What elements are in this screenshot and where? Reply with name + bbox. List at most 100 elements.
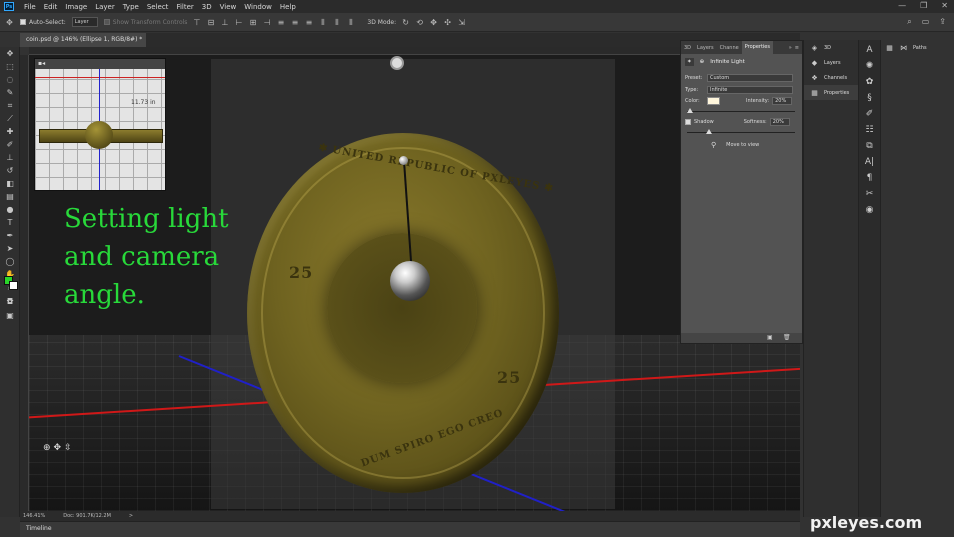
type-tool-icon[interactable]: T [0, 216, 20, 229]
menu-type[interactable]: Type [119, 3, 143, 11]
gradient-tool-icon[interactable]: ▤ [0, 190, 20, 203]
zoom-level[interactable]: 146.41% [23, 513, 45, 519]
pan-camera-icon[interactable]: ✥ [54, 443, 62, 453]
pen-tool-icon[interactable]: ✒ [0, 229, 20, 242]
tab-properties[interactable]: Properties [741, 41, 773, 54]
intensity-input[interactable]: 20% [772, 97, 793, 105]
move-tool-icon[interactable]: ✥ [0, 47, 20, 60]
distribute-left-icon[interactable]: ⫴ [318, 18, 327, 27]
menu-view[interactable]: View [216, 3, 241, 11]
slide-3d-icon[interactable]: ✣ [443, 18, 452, 27]
character-icon[interactable]: A [863, 46, 877, 56]
delete-icon[interactable]: 🗑 [783, 334, 791, 341]
maximize-button[interactable]: ❐ [920, 1, 927, 10]
history-brush-icon[interactable]: ↺ [0, 164, 20, 177]
align-bottom-icon[interactable]: ⊥ [220, 18, 229, 27]
menu-image[interactable]: Image [61, 3, 91, 11]
dock-layers[interactable]: ◆ Layers [804, 55, 858, 70]
glyphs-icon[interactable]: A| [863, 158, 877, 168]
show-transform-checkbox[interactable] [103, 19, 110, 25]
light-color-swatch[interactable] [707, 97, 720, 105]
auto-select-option[interactable]: Auto-Select: [20, 19, 66, 26]
menu-filter[interactable]: Filter [172, 3, 197, 11]
healing-tool-icon[interactable]: ✚ [0, 125, 20, 138]
minimize-button[interactable]: — [898, 1, 906, 10]
menu-file[interactable]: File [20, 3, 40, 11]
eraser-tool-icon[interactable]: ◧ [0, 177, 20, 190]
dodge-tool-icon[interactable]: ● [0, 203, 20, 216]
orbit-camera-icon[interactable]: ⊕ [43, 443, 51, 453]
distribute-right-icon[interactable]: ⫴ [346, 18, 355, 27]
softness-slider-thumb[interactable] [705, 129, 712, 134]
light-handle-knob[interactable] [399, 156, 408, 165]
brushes-icon[interactable]: ✐ [863, 110, 877, 120]
path-select-tool-icon[interactable]: ➤ [0, 242, 20, 255]
marquee-tool-icon[interactable]: ⬚ [0, 60, 20, 73]
quick-select-tool-icon[interactable]: ✎ [0, 86, 20, 99]
intensity-slider-thumb[interactable] [687, 108, 694, 113]
distribute-bottom-icon[interactable]: ≡ [304, 18, 313, 27]
move-to-view-row[interactable]: ⚲ Move to view [711, 141, 759, 149]
auto-select-checkbox[interactable] [20, 19, 26, 25]
vertical-ruler[interactable] [20, 55, 29, 511]
adjustments-icon[interactable]: ✺ [863, 62, 877, 72]
menu-layer[interactable]: Layer [91, 3, 119, 11]
workspace-icon[interactable]: ▭ [922, 17, 930, 27]
close-button[interactable]: ✕ [941, 1, 948, 10]
camera-view-icon[interactable]: ▪◂ [38, 60, 45, 67]
orbit-3d-icon[interactable]: ↻ [401, 18, 410, 27]
coordinates-icon[interactable]: ⊕ [700, 59, 705, 65]
shape-tool-icon[interactable]: ◯ [0, 255, 20, 268]
new-light-icon[interactable]: ▣ [767, 334, 773, 341]
softness-input[interactable]: 20% [769, 118, 790, 126]
dock-properties[interactable]: ▦ Properties [804, 85, 858, 100]
menu-help[interactable]: Help [276, 3, 300, 11]
dock-channels[interactable]: ❖ Channels [804, 70, 858, 85]
3d-view-widget[interactable] [390, 56, 404, 70]
paragraph-icon[interactable]: ¶ [863, 174, 877, 184]
tab-3d[interactable]: 3D [681, 45, 694, 51]
pan-3d-icon[interactable]: ✥ [429, 18, 438, 27]
shadow-checkbox[interactable] [685, 119, 691, 125]
intensity-slider[interactable] [687, 108, 795, 113]
menu-edit[interactable]: Edit [40, 3, 62, 11]
menu-window[interactable]: Window [240, 3, 276, 11]
tab-layers[interactable]: Layers [694, 45, 717, 51]
stamp-tool-icon[interactable]: ⊥ [0, 151, 20, 164]
infinite-light-widget[interactable] [390, 261, 430, 301]
move-tool-icon[interactable]: ✥ [5, 18, 14, 27]
search-icon[interactable]: ⌕ [907, 17, 911, 27]
menu-3d[interactable]: 3D [198, 3, 216, 11]
align-right-icon[interactable]: ⊣ [262, 18, 271, 27]
light-type-icon[interactable]: ✶ [685, 58, 694, 66]
share-icon[interactable]: ⇪ [939, 17, 946, 27]
panel-menu-icon[interactable]: ≡ [795, 45, 802, 51]
secondary-view-panel[interactable]: ▪◂ 11.73 in [34, 58, 166, 191]
clone-source-icon[interactable]: ⧉ [863, 142, 877, 152]
screen-mode-icon[interactable]: ▣ [0, 309, 20, 322]
eyedropper-tool-icon[interactable]: ⟋ [0, 112, 20, 125]
roll-3d-icon[interactable]: ⟲ [415, 18, 424, 27]
status-menu-arrow[interactable]: > [129, 513, 133, 519]
softness-slider[interactable] [687, 129, 795, 134]
preset-dropdown[interactable]: Custom [707, 74, 793, 82]
scale-3d-icon[interactable]: ⇲ [457, 18, 466, 27]
document-tab[interactable]: coin.psd @ 146% (Ellipse 1, RGB/8#) * × [20, 33, 146, 57]
brush-settings-icon[interactable]: ☷ [863, 126, 877, 136]
type-dropdown[interactable]: Infinite [707, 86, 793, 94]
lasso-tool-icon[interactable]: ◌ [0, 73, 20, 86]
show-transform-controls[interactable]: Show Transform Controls [103, 19, 187, 26]
align-top-icon[interactable]: ⊤ [192, 18, 201, 27]
history-icon[interactable]: ◉ [863, 206, 877, 216]
brush-tool-icon[interactable]: ✐ [0, 138, 20, 151]
auto-select-dropdown[interactable]: Layer [71, 17, 98, 27]
coin-3d-object[interactable]: ✱ UNITED REPUBLIC OF PXLEYES ✱ DUM SPIRO… [247, 133, 559, 493]
background-color-swatch[interactable] [9, 281, 18, 290]
tab-channels[interactable]: Channe [717, 45, 742, 51]
crop-tool-icon[interactable]: ⌗ [0, 99, 20, 112]
menu-select[interactable]: Select [143, 3, 173, 11]
swatches-icon[interactable]: ✿ [863, 78, 877, 88]
dock-3d[interactable]: ◈ 3D [804, 40, 858, 55]
quick-mask-icon[interactable]: ◘ [0, 295, 20, 308]
tool-presets-icon[interactable]: ✂ [863, 190, 877, 200]
